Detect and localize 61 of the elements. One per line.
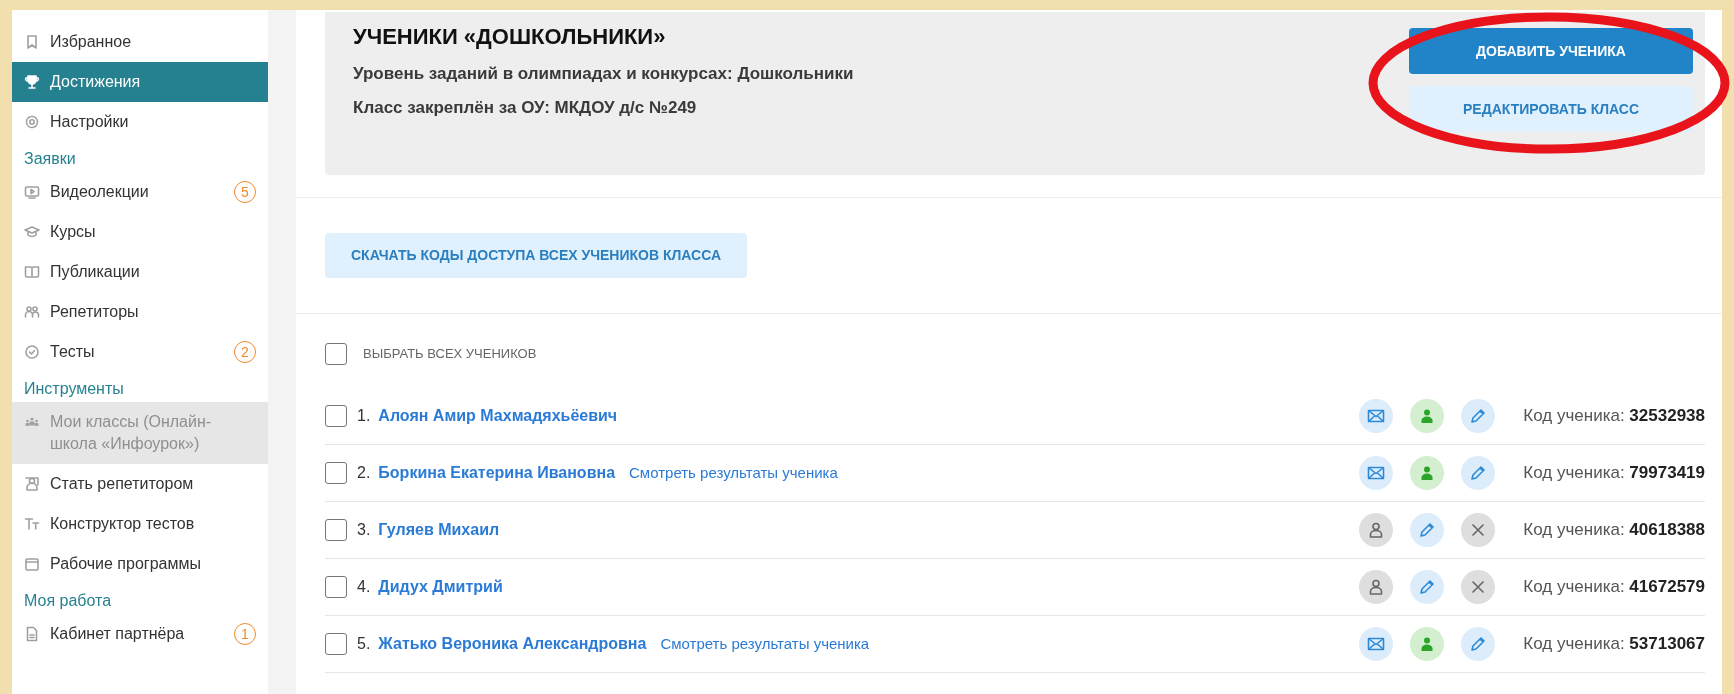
row-number: 5.: [357, 634, 371, 654]
results-link[interactable]: Смотреть результаты ученика: [629, 461, 838, 485]
page-title: УЧЕНИКИ «ДОШКОЛЬНИКИ»: [353, 23, 667, 51]
student-code: Код ученика: 53713067: [1523, 633, 1705, 656]
person-icon[interactable]: [1410, 399, 1445, 433]
pencil-icon[interactable]: [1410, 570, 1445, 604]
people-icon: [24, 304, 40, 320]
row-number: 4.: [357, 577, 371, 597]
graduation-cap-icon: [24, 224, 40, 240]
student-code: Код ученика: 41672579: [1523, 576, 1705, 599]
download-codes-button[interactable]: СКАЧАТЬ КОДЫ ДОСТУПА ВСЕХ УЧЕНИКОВ КЛАССА: [325, 233, 748, 278]
checkbox[interactable]: [325, 405, 347, 427]
pencil-icon[interactable]: [1461, 399, 1496, 433]
student-code: Код ученика: 32532938: [1523, 405, 1705, 428]
calendar-icon: [24, 556, 40, 572]
student-name-link[interactable]: Боркина Екатерина Ивановна: [378, 461, 616, 485]
checkbox[interactable]: [325, 343, 347, 365]
pencil-icon[interactable]: [1410, 513, 1445, 547]
checkbox[interactable]: [325, 462, 347, 484]
row-number: 3.: [357, 520, 371, 540]
close-icon[interactable]: [1461, 513, 1496, 547]
select-all-label: ВЫБРАТЬ ВСЕХ УЧЕНИКОВ: [363, 345, 537, 364]
student-name-link[interactable]: Дидух Дмитрий: [378, 575, 503, 599]
person-icon[interactable]: [1359, 513, 1394, 547]
results-link[interactable]: Смотреть результаты ученика: [660, 632, 870, 656]
book-icon: [24, 264, 40, 280]
row-number: 1.: [357, 406, 371, 426]
person-icon[interactable]: [1359, 570, 1394, 604]
mail-icon[interactable]: [1359, 627, 1394, 661]
bookmark-icon: [24, 34, 40, 50]
row-number: 2.: [357, 463, 371, 483]
sidebar-item[interactable]: Достижения: [12, 62, 268, 102]
checkbox[interactable]: [325, 519, 347, 541]
student-code: Код ученика: 79973419: [1523, 462, 1705, 485]
checkbox[interactable]: [325, 633, 347, 655]
edit-class-button[interactable]: РЕДАКТИРОВАТЬ КЛАСС: [1409, 86, 1693, 132]
video-icon: [24, 184, 40, 200]
checkbox[interactable]: [325, 576, 347, 598]
text-size-icon: [24, 516, 40, 532]
mail-icon[interactable]: [1359, 456, 1394, 490]
trophy-icon: [24, 74, 40, 90]
section-heading: Инструменты: [23, 379, 125, 399]
section-heading: Моя работа: [23, 591, 113, 611]
class-info-line: Уровень заданий в олимпиадах и конкурсах: Дошкольники: [353, 63, 854, 85]
pencil-icon[interactable]: [1461, 627, 1496, 661]
close-icon[interactable]: [1461, 570, 1496, 604]
student-code: Код ученика: 40618388: [1523, 519, 1705, 542]
section-heading: Заявки: [23, 149, 77, 169]
student-name-link[interactable]: Жатько Вероника Александровна: [378, 632, 647, 656]
student-name-link[interactable]: Алоян Амир Махмадяхьёевич: [378, 404, 618, 428]
tutor-icon: [24, 476, 40, 492]
person-icon[interactable]: [1410, 627, 1445, 661]
add-student-button[interactable]: ДОБАВИТЬ УЧЕНИКА: [1409, 28, 1693, 74]
mail-icon[interactable]: [1359, 399, 1394, 433]
pencil-icon[interactable]: [1461, 456, 1496, 490]
student-name-link[interactable]: Гуляев Михаил: [378, 518, 500, 542]
document-icon: [24, 626, 40, 642]
check-circle-icon: [24, 344, 40, 360]
person-icon[interactable]: [1410, 456, 1445, 490]
settings-icon: [24, 114, 40, 130]
class-info-line: Класс закреплён за ОУ: МКДОУ д/с №249: [353, 97, 698, 119]
